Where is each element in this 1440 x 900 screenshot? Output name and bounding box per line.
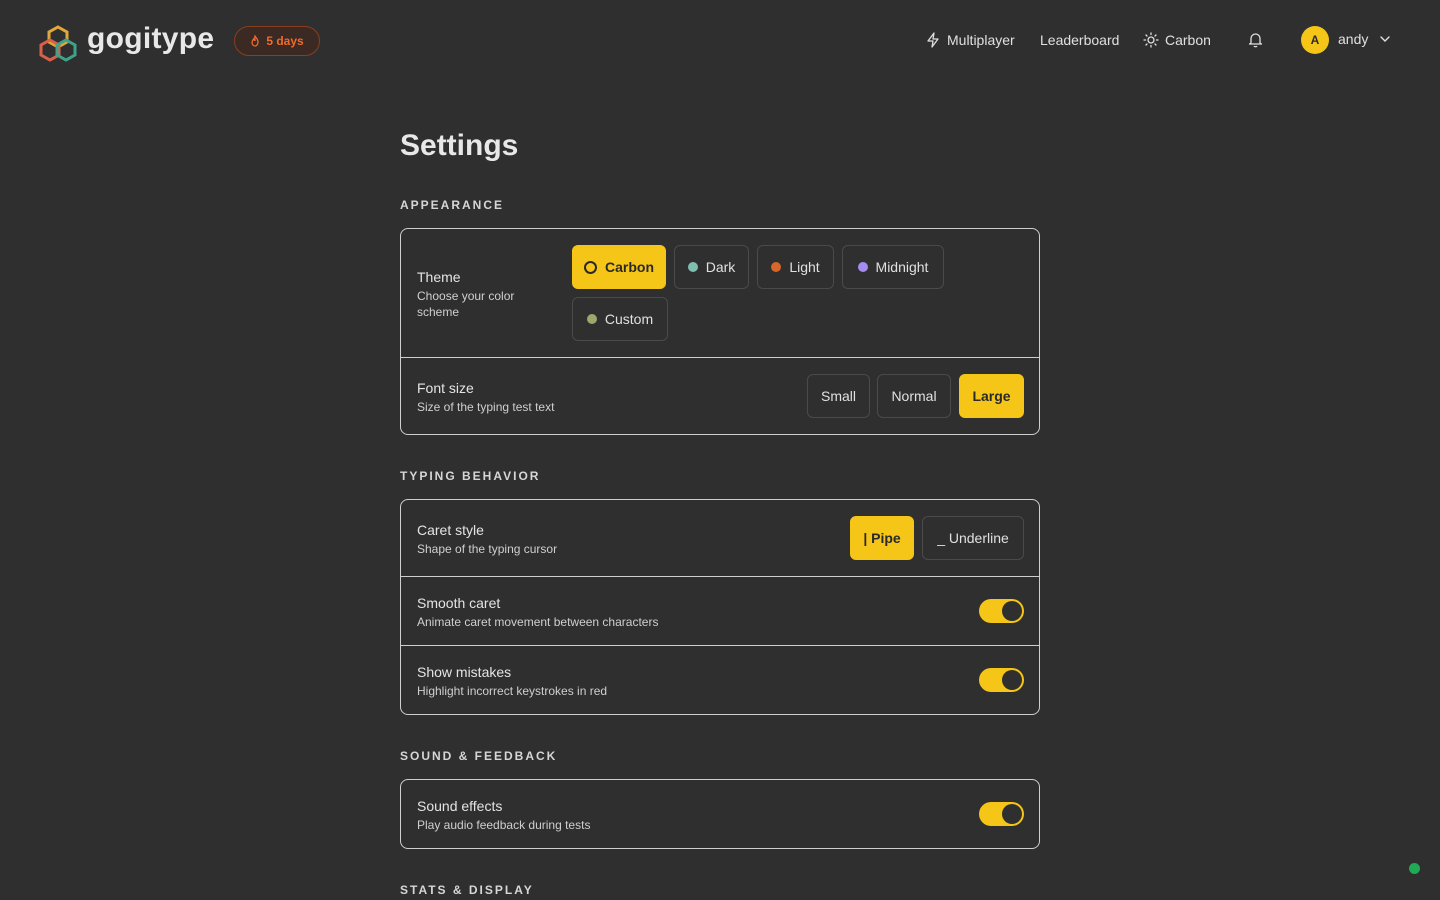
theme-desc-line2: scheme: [417, 305, 460, 319]
nav-leaderboard-label: Leaderboard: [1040, 32, 1120, 48]
nav-multiplayer[interactable]: Multiplayer: [925, 29, 1015, 51]
sound-effects-row: Sound effects Play audio feedback during…: [401, 780, 1039, 848]
theme-option-midnight[interactable]: Midnight: [842, 245, 944, 289]
page-title: Settings: [400, 129, 519, 162]
theme-option-light[interactable]: Light: [757, 245, 834, 289]
section-label-appearance: APPEARANCE: [400, 198, 505, 212]
theme-option-label: Light: [789, 259, 820, 275]
lightning-icon: [927, 32, 939, 48]
sound-effects-toggle[interactable]: [979, 802, 1024, 826]
toggle-knob: [1002, 804, 1022, 824]
theme-option-custom[interactable]: Custom: [572, 297, 668, 341]
caret-style-desc: Shape of the typing cursor: [417, 542, 558, 556]
chevron-down-icon[interactable]: [1380, 35, 1390, 43]
username[interactable]: andy: [1338, 31, 1368, 47]
toggle-knob: [1002, 601, 1022, 621]
theme-title: Theme: [417, 269, 461, 285]
brand-name[interactable]: gogitype: [87, 22, 214, 56]
nav-multiplayer-label: Multiplayer: [947, 32, 1015, 48]
font-size-large[interactable]: Large: [959, 374, 1024, 418]
font-size-row: Font size Size of the typing test text S…: [401, 358, 1039, 434]
typing-card: Caret style Shape of the typing cursor |…: [400, 499, 1040, 715]
font-size-normal[interactable]: Normal: [877, 374, 951, 418]
theme-option-label: Custom: [604, 311, 654, 327]
show-mistakes-toggle[interactable]: [979, 668, 1024, 692]
show-mistakes-row: Show mistakes Highlight incorrect keystr…: [401, 646, 1039, 714]
smooth-caret-desc: Animate caret movement between character…: [417, 615, 659, 629]
sound-effects-desc: Play audio feedback during tests: [417, 818, 591, 832]
section-label-typing: TYPING BEHAVIOR: [400, 469, 541, 483]
smooth-caret-toggle[interactable]: [979, 599, 1024, 623]
avatar[interactable]: A: [1301, 26, 1329, 54]
theme-desc-line1: Choose your color: [417, 289, 515, 303]
dark-swatch-icon: [687, 262, 698, 272]
theme-option-carbon[interactable]: Carbon: [572, 245, 666, 289]
caret-style-row: Caret style Shape of the typing cursor |…: [401, 500, 1039, 577]
toggle-knob: [1002, 670, 1022, 690]
appearance-card: Theme Choose your color scheme Carbon Da…: [400, 228, 1040, 435]
theme-option-label: Dark: [705, 259, 736, 275]
logo-icon[interactable]: [37, 24, 79, 64]
custom-swatch-icon: [586, 314, 597, 324]
smooth-caret-title: Smooth caret: [417, 595, 501, 611]
sound-effects-title: Sound effects: [417, 798, 503, 814]
sun-icon: [1143, 32, 1159, 48]
carbon-swatch-icon: [584, 260, 597, 274]
midnight-swatch-icon: [857, 262, 868, 272]
nav-theme-switcher[interactable]: Carbon: [1143, 29, 1211, 51]
nav-leaderboard[interactable]: Leaderboard: [1040, 29, 1119, 51]
section-label-sound: SOUND & FEEDBACK: [400, 749, 558, 763]
streak-text: 5 days: [266, 34, 304, 48]
light-swatch-icon: [771, 262, 782, 272]
show-mistakes-desc: Highlight incorrect keystrokes in red: [417, 684, 608, 698]
show-mistakes-title: Show mistakes: [417, 664, 512, 680]
font-size-desc: Size of the typing test text: [417, 400, 555, 414]
nav-theme-label: Carbon: [1165, 32, 1211, 48]
theme-option-dark[interactable]: Dark: [674, 245, 749, 289]
flame-icon: [251, 35, 259, 47]
bell-icon[interactable]: [1247, 31, 1264, 48]
section-label-stats: STATS & DISPLAY: [400, 883, 534, 897]
theme-option-label: Carbon: [605, 259, 654, 275]
top-header: gogitype 5 days Multiplayer Leaderboard …: [0, 0, 1440, 80]
font-size-title: Font size: [417, 380, 474, 396]
smooth-caret-row: Smooth caret Animate caret movement betw…: [401, 577, 1039, 646]
streak-badge[interactable]: 5 days: [234, 26, 320, 56]
caret-style-pipe[interactable]: | Pipe: [850, 516, 914, 560]
online-status-indicator: [1409, 863, 1420, 874]
caret-style-title: Caret style: [417, 522, 484, 538]
sound-card: Sound effects Play audio feedback during…: [400, 779, 1040, 849]
theme-option-label: Midnight: [875, 259, 929, 275]
caret-style-underline[interactable]: _ Underline: [922, 516, 1024, 560]
theme-row: Theme Choose your color scheme Carbon Da…: [401, 229, 1039, 358]
font-size-small[interactable]: Small: [807, 374, 870, 418]
